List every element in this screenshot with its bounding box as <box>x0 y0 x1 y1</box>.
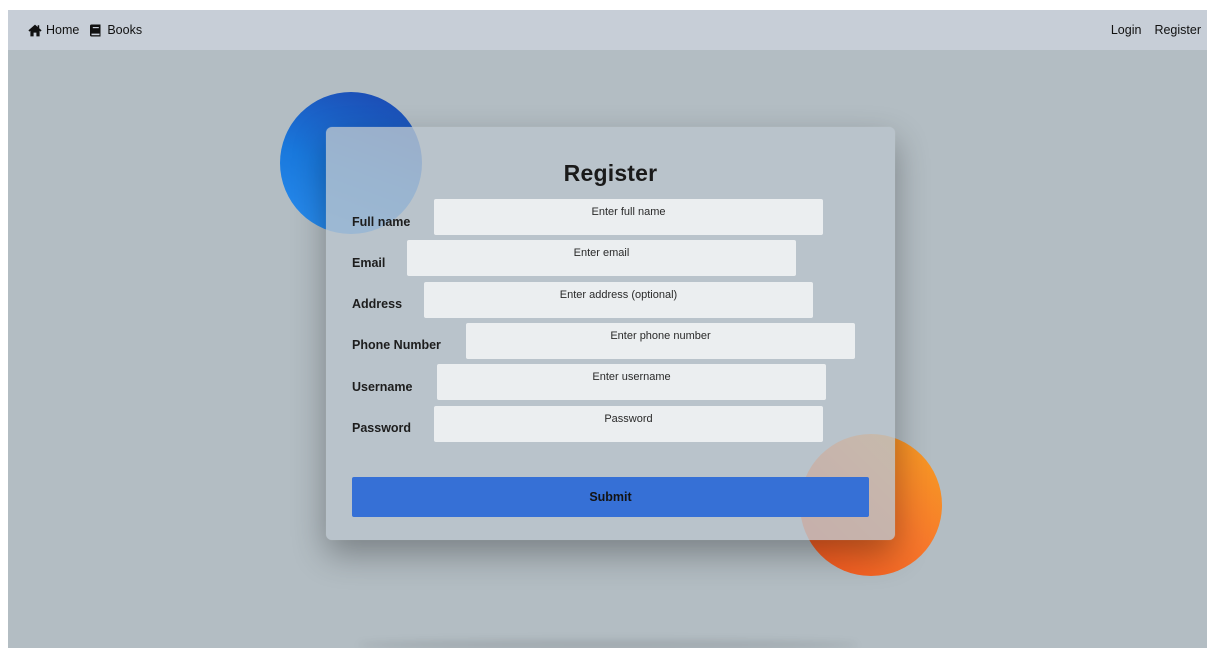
full-name-label: Full name <box>352 215 411 229</box>
full-name-input[interactable] <box>434 199 823 235</box>
register-form-card: Register Full name Email Address Phone N… <box>326 127 895 540</box>
address-input[interactable] <box>424 282 813 318</box>
nav-login-link[interactable]: Login <box>1111 23 1142 37</box>
home-icon <box>28 24 42 37</box>
nav-left-group: Home Books <box>28 23 152 37</box>
username-label: Username <box>352 380 413 394</box>
address-label: Address <box>352 297 403 311</box>
nav-home-label: Home <box>46 23 80 37</box>
form-title: Register <box>563 160 658 186</box>
submit-button[interactable]: Submit <box>352 477 869 517</box>
page-frame: Home Books Login Register Register Full … <box>8 10 1207 648</box>
nav-right-group: Login Register <box>1098 23 1201 37</box>
navbar: Home Books Login Register <box>8 10 1207 50</box>
bottom-shadow <box>358 640 858 648</box>
password-label: Password <box>352 421 412 435</box>
nav-books-label: Books <box>107 23 143 37</box>
username-input[interactable] <box>437 364 826 400</box>
email-label: Email <box>352 256 386 270</box>
nav-home-link[interactable]: Home <box>28 23 79 37</box>
phone-number-label: Phone Number <box>352 338 441 352</box>
phone-number-input[interactable] <box>466 323 855 359</box>
nav-register-link[interactable]: Register <box>1154 23 1201 37</box>
password-input[interactable] <box>434 406 823 442</box>
nav-books-link[interactable]: Books <box>89 23 142 37</box>
book-icon <box>89 24 103 37</box>
email-input[interactable] <box>407 240 796 276</box>
